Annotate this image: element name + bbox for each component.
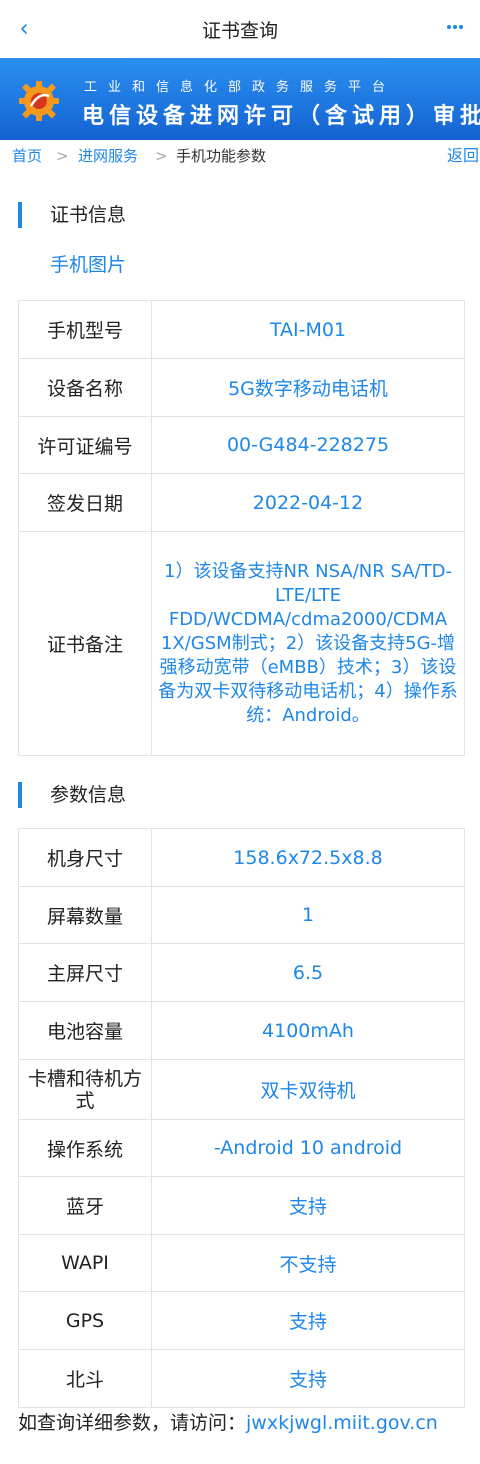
table-row: GPS 支持 [18,1291,465,1350]
breadcrumb-current: 手机功能参数 [176,147,267,165]
screen-count-value: 1 [151,886,465,944]
device-name-value: 5G数字移动电话机 [151,358,465,417]
table-row: 卡槽和待机方式 双卡双待机 [18,1059,465,1120]
table-row: 许可证编号 00-G484-228275 [18,416,465,474]
gps-label: GPS [18,1291,152,1350]
table-row: 设备名称 5G数字移动电话机 [18,358,465,417]
header-banner: 工业和信息化部政务服务平台 电信设备进网许可（含试用）审批 [0,58,480,140]
nav-bar: ‹ 证书查询 [0,0,480,58]
certificate-table: 手机型号 TAI-M01 设备名称 5G数字移动电话机 许可证编号 00-G48… [18,300,465,756]
breadcrumb-separator: > [155,147,168,165]
phone-photo-link[interactable]: 手机图片 [50,250,126,277]
table-row: 手机型号 TAI-M01 [18,300,465,359]
table-row: 机身尺寸 158.6x72.5x8.8 [18,828,465,887]
certificate-note-label: 证书备注 [18,531,152,756]
os-value: -Android 10 android [151,1119,465,1177]
breadcrumb: 首页 > 进网服务 > 手机功能参数 返回 [0,140,480,172]
beidou-value: 支持 [151,1349,465,1408]
certificate-note-value: 1）该设备支持NR NSA/NR SA/TD-LTE/LTE FDD/WCDMA… [151,531,465,756]
screen-count-label: 屏幕数量 [18,886,152,944]
os-label: 操作系统 [18,1119,152,1177]
breadcrumb-service[interactable]: 进网服务 [78,140,138,172]
params-section-header: 参数信息 [18,780,218,810]
table-row: 签发日期 2022-04-12 [18,473,465,532]
bluetooth-label: 蓝牙 [18,1176,152,1235]
footer-note: 如查询详细参数，请访问：jwxkjwgl.miit.gov.cn [18,1410,438,1436]
gps-value: 支持 [151,1291,465,1350]
model-label: 手机型号 [18,300,152,359]
issue-date-value: 2022-04-12 [151,473,465,532]
bluetooth-value: 支持 [151,1176,465,1235]
footer-link[interactable]: jwxkjwgl.miit.gov.cn [246,1412,438,1434]
table-row: 主屏尺寸 6.5 [18,943,465,1002]
table-row: 操作系统 -Android 10 android [18,1119,465,1177]
table-row: 蓝牙 支持 [18,1176,465,1235]
section-accent-bar [18,202,22,228]
sim-standby-label: 卡槽和待机方式 [18,1059,152,1120]
footer-text: 如查询详细参数，请访问： [18,1412,247,1434]
gear-logo-icon [19,81,59,121]
wapi-value: 不支持 [151,1234,465,1292]
return-link[interactable]: 返回 [447,140,479,172]
device-name-label: 设备名称 [18,358,152,417]
certificate-section-header: 证书信息 [18,200,218,230]
main-screen-size-label: 主屏尺寸 [18,943,152,1002]
breadcrumb-separator: > [56,147,69,165]
table-row: 证书备注 1）该设备支持NR NSA/NR SA/TD-LTE/LTE FDD/… [18,531,465,756]
table-row: 电池容量 4100mAh [18,1001,465,1060]
sim-standby-value: 双卡双待机 [151,1059,465,1120]
issue-date-label: 签发日期 [18,473,152,532]
banner-subtitle: 工业和信息化部政务服务平台 [84,80,397,95]
table-row: 北斗 支持 [18,1349,465,1408]
beidou-label: 北斗 [18,1349,152,1408]
params-table: 机身尺寸 158.6x72.5x8.8 屏幕数量 1 主屏尺寸 6.5 电池容量… [18,828,465,1408]
section-accent-bar [18,782,22,808]
more-dots-icon[interactable] [446,16,470,40]
body-size-value: 158.6x72.5x8.8 [151,828,465,887]
table-row: WAPI 不支持 [18,1234,465,1292]
license-number-value: 00-G484-228275 [151,416,465,474]
page-title: 证书查询 [201,20,278,42]
model-value: TAI-M01 [151,300,465,359]
wapi-label: WAPI [18,1234,152,1292]
breadcrumb-home[interactable]: 首页 [12,140,42,172]
certificate-section-title: 证书信息 [50,204,127,226]
main-screen-size-value: 6.5 [151,943,465,1002]
banner-title: 电信设备进网许可（含试用）审批 [82,104,480,129]
params-section-title: 参数信息 [50,784,127,806]
license-number-label: 许可证编号 [18,416,152,474]
table-row: 屏幕数量 1 [18,886,465,944]
body-size-label: 机身尺寸 [18,828,152,887]
battery-capacity-value: 4100mAh [151,1001,465,1060]
battery-capacity-label: 电池容量 [18,1001,152,1060]
